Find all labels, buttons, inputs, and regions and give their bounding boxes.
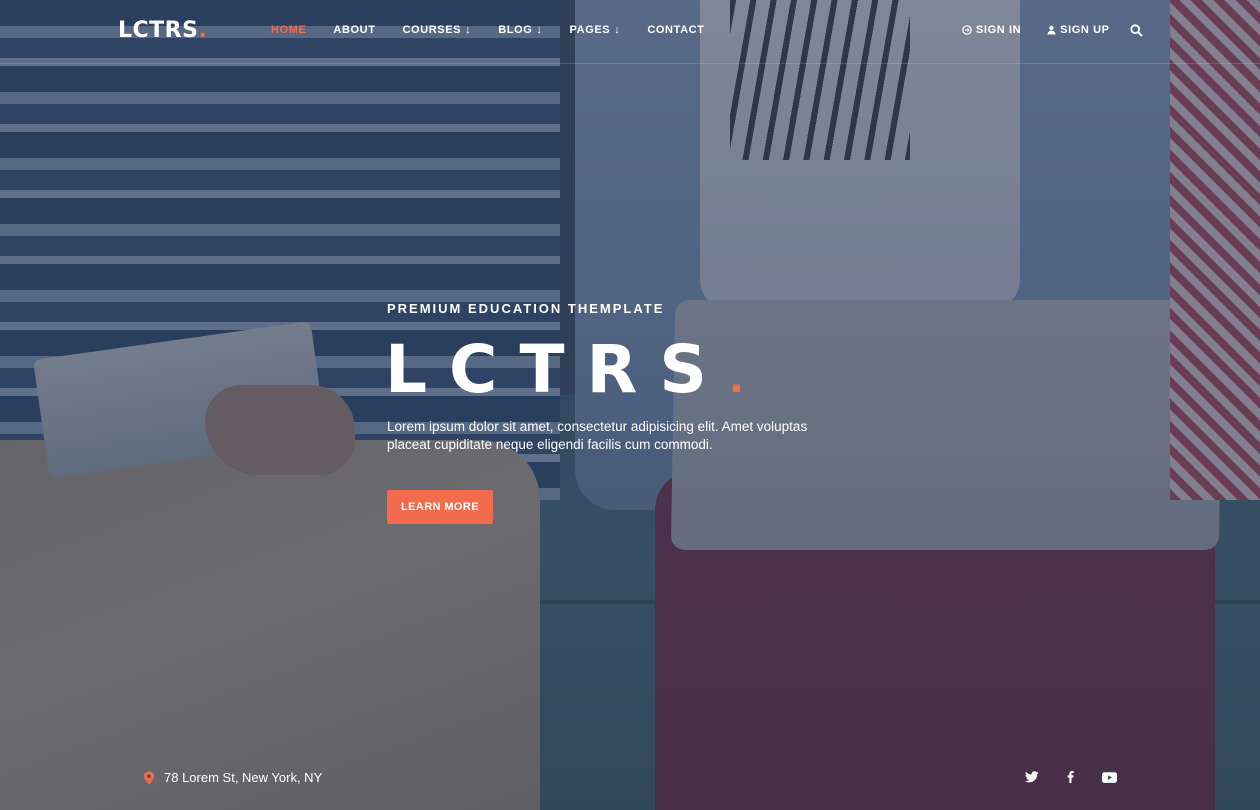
main-nav: HOME ABOUT COURSES ↓ BLOG ↓ PAGES ↓ CONTACT <box>271 24 705 36</box>
site-logo[interactable]: LCTRS. <box>118 18 207 43</box>
nav-item-label: BLOG <box>498 24 533 36</box>
nav-item-home[interactable]: HOME <box>271 24 306 36</box>
logo-dot: . <box>198 18 208 43</box>
logo-text: LCTRS <box>118 18 199 43</box>
youtube-icon <box>1102 771 1117 783</box>
address: 78 Lorem St, New York, NY <box>143 770 322 785</box>
nav-item-contact[interactable]: CONTACT <box>647 24 704 36</box>
arrow-down-icon: ↓ <box>536 23 543 36</box>
sign-in-link[interactable]: SIGN IN <box>962 24 1021 36</box>
youtube-link[interactable] <box>1102 770 1117 784</box>
map-pin-icon <box>144 771 154 784</box>
nav-item-blog[interactable]: BLOG ↓ <box>498 24 542 36</box>
hero-eyebrow: PREMIUM EDUCATION THEMPLATE <box>387 301 665 316</box>
hero-title-text: LCTRS <box>385 331 729 408</box>
hero-title-dot: . <box>728 356 745 402</box>
nav-item-label: CONTACT <box>647 24 705 36</box>
twitter-icon <box>1024 771 1039 783</box>
nav-item-pages[interactable]: PAGES ↓ <box>570 24 621 36</box>
nav-item-about[interactable]: ABOUT <box>333 24 375 36</box>
hero-title: LCTRS. <box>385 330 744 419</box>
social-links <box>1024 770 1117 784</box>
address-text: 78 Lorem St, New York, NY <box>164 770 323 785</box>
nav-item-label: COURSES <box>402 24 462 36</box>
nav-item-courses[interactable]: COURSES ↓ <box>403 24 472 36</box>
twitter-link[interactable] <box>1024 770 1039 784</box>
arrow-down-icon: ↓ <box>465 23 472 36</box>
learn-more-button[interactable]: LEARN MORE <box>387 490 493 524</box>
sign-in-icon <box>962 25 972 35</box>
user-icon <box>1047 25 1056 35</box>
auth-links: SIGN IN SIGN UP <box>962 24 1110 36</box>
facebook-link[interactable] <box>1063 770 1078 784</box>
hero-description: Lorem ipsum dolor sit amet, consectetur … <box>387 419 808 452</box>
sign-up-label: SIGN UP <box>1060 24 1110 36</box>
search-icon <box>1130 24 1143 37</box>
nav-item-label: HOME <box>271 24 307 36</box>
nav-item-label: ABOUT <box>333 24 376 36</box>
nav-item-label: PAGES <box>569 24 611 36</box>
facebook-icon <box>1067 771 1074 783</box>
sign-in-label: SIGN IN <box>976 24 1022 36</box>
arrow-down-icon: ↓ <box>614 23 621 36</box>
site-header: LCTRS. HOME ABOUT COURSES ↓ BLOG ↓ PAGES ↓ … <box>0 0 1260 64</box>
search-button[interactable] <box>1130 24 1144 38</box>
sign-up-link[interactable]: SIGN UP <box>1047 24 1109 36</box>
